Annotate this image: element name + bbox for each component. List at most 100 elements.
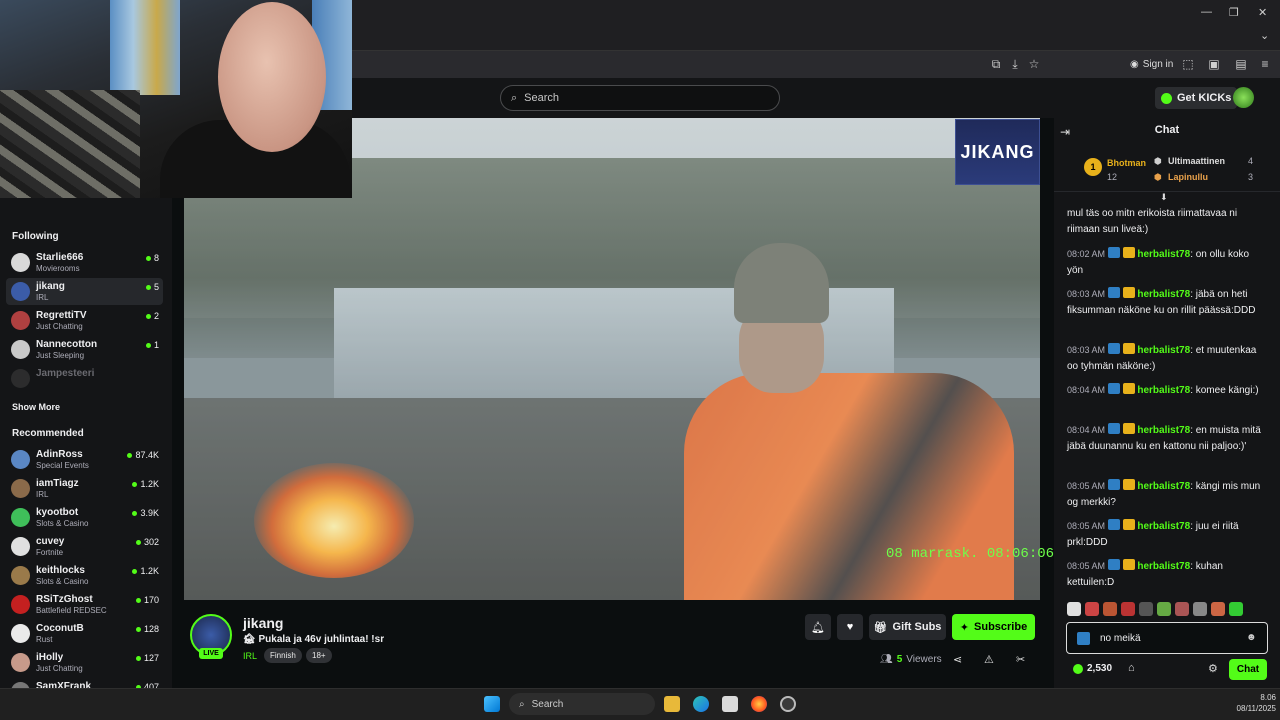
tag-language[interactable]: Finnish (264, 648, 302, 663)
message-username[interactable]: herbalist78 (1137, 289, 1190, 300)
sidebar-item-recommended[interactable]: CoconutB Rust 128 (6, 620, 163, 647)
channel-viewers: 5 (145, 282, 159, 292)
following-title: Following (12, 231, 59, 242)
follow-button[interactable]: ♥ (837, 614, 863, 640)
gear-icon[interactable]: ⚙ (1208, 662, 1218, 675)
subscriber-badge-icon (1107, 479, 1120, 490)
chat-message: 08:02 AM herbalist78: on ollu koko yön (1067, 247, 1250, 276)
edge-icon[interactable] (693, 696, 709, 712)
message-username[interactable]: herbalist78 (1137, 385, 1190, 396)
file-explorer-icon[interactable] (664, 696, 680, 712)
sidebar-item-recommended[interactable]: kyootbot Slots & Casino 3.9K (6, 504, 163, 531)
sidebar-item-recommended[interactable]: RSiTzGhost Battlefield REDSEC 170 (6, 591, 163, 618)
chat-message-partial: mul täs oo mitn erikoista riimattavaa ni… (1067, 208, 1238, 235)
kicks-balance[interactable]: 2,530 (1073, 663, 1112, 674)
tag-mature[interactable]: 18+ (306, 648, 332, 663)
store-icon[interactable]: ⌂ (1128, 662, 1135, 674)
sign-in-button[interactable]: ◉ Sign in (1124, 55, 1179, 73)
taskbar-search[interactable]: ⌕ Search (509, 693, 655, 715)
menu-icon[interactable]: ≡ (1257, 56, 1273, 72)
message-username[interactable]: herbalist78 (1137, 425, 1190, 436)
channel-viewers: 2 (145, 311, 159, 321)
message-username[interactable]: herbalist78 (1137, 521, 1190, 532)
channel-name: CoconutB (36, 623, 84, 634)
emoji-icon[interactable]: ☻ (1246, 632, 1257, 643)
download-icon[interactable]: ⤓ (1007, 56, 1023, 72)
stream-title: 🏚 Pukala ja 46v juhlintaa! !sr (243, 634, 385, 645)
sidebar-item-following[interactable]: RegrettiTV Just Chatting 2 (6, 307, 163, 334)
search-input[interactable]: ⌕ Search (500, 85, 780, 111)
app-icon[interactable] (780, 696, 796, 712)
maximize-icon[interactable]: ❐ (1229, 6, 1239, 19)
get-kicks-button[interactable]: Get KICKs (1155, 87, 1238, 109)
start-icon[interactable] (484, 696, 500, 712)
extensions-icon[interactable]: ⬚ (1180, 56, 1196, 72)
report-icon[interactable]: ⚠ (984, 653, 994, 666)
subscriber-badge-icon (1107, 247, 1120, 258)
sidebar-item-following[interactable]: Nannecotton Just Sleeping 1 (6, 336, 163, 363)
viewers-number: 5 (896, 654, 903, 665)
sidebar-item-following[interactable]: Jampesteeri (6, 365, 163, 392)
leader-second-name[interactable]: Ultimaattinen (1168, 156, 1225, 166)
extension-badge-icon[interactable]: ▣ (1206, 56, 1222, 72)
store-app-icon[interactable] (722, 696, 738, 712)
minimize-icon[interactable]: — (1201, 6, 1212, 18)
live-dot-icon (135, 626, 141, 632)
message-username[interactable]: herbalist78 (1137, 249, 1190, 260)
sidebar-item-following[interactable]: jikang IRL 5 (6, 278, 163, 305)
message-time: 08:02 AM (1067, 249, 1106, 259)
share-icon[interactable]: ⋖ (953, 653, 962, 666)
message-username[interactable]: herbalist78 (1137, 345, 1190, 356)
user-avatar[interactable] (1233, 87, 1254, 108)
leader-first-count: 12 (1107, 172, 1118, 182)
sidebar-item-recommended[interactable]: iamTiagz IRL 1.2K (6, 475, 163, 502)
emote-row[interactable] (1067, 602, 1267, 618)
viewer-count-value: 1.2K (140, 566, 159, 576)
show-more-link[interactable]: Show More (12, 402, 60, 412)
live-dot-icon (132, 481, 138, 487)
gift-subs-button[interactable]: 🎁︎ Gift Subs (869, 614, 946, 640)
sidebar-item-recommended[interactable]: iHolly Just Chatting 127 (6, 649, 163, 676)
channel-name: jikang (36, 281, 65, 292)
sidebar-item-recommended[interactable]: keithlocks Slots & Casino 1.2K (6, 562, 163, 589)
message-username[interactable]: herbalist78 (1137, 481, 1190, 492)
gift-icon: 🎁︎ (873, 621, 888, 634)
notification-bell-button[interactable]: 🔔︎ (805, 614, 831, 640)
crown-badge-icon (1122, 247, 1135, 258)
system-clock[interactable]: 8.06 08/11/2025 (1237, 692, 1276, 714)
channel-viewers: 128 (135, 624, 159, 634)
viewer-count-value: 3.9K (140, 508, 159, 518)
send-chat-button[interactable]: Chat (1229, 659, 1267, 680)
leader-first-name[interactable]: Bhotman (1107, 158, 1146, 168)
leader-third-name[interactable]: Lapinullu (1168, 172, 1208, 182)
live-dot-icon (145, 284, 151, 290)
channel-category: Battlefield REDSEC (36, 606, 107, 615)
category-link[interactable]: IRL (243, 651, 257, 661)
crown-badge-icon (1122, 479, 1135, 490)
sidebar-item-following[interactable]: Starlie666 Movierooms 8 (6, 249, 163, 276)
sidebar-item-recommended[interactable]: AdinRoss Special Events 87.4K (6, 446, 163, 473)
channel-avatar (11, 340, 30, 359)
extension-red-icon[interactable]: ▤ (1233, 56, 1249, 72)
viewer-count-value: 1 (153, 340, 159, 350)
channel-name: cuvey (36, 536, 65, 547)
sign-in-label: Sign in (1142, 58, 1174, 70)
message-username[interactable]: herbalist78 (1137, 561, 1190, 572)
subscribe-button[interactable]: ✦ Subscribe (952, 614, 1035, 640)
channel-viewers: 127 (135, 653, 159, 663)
live-dot-icon (132, 568, 138, 574)
firefox-icon[interactable] (751, 696, 767, 712)
search-icon: ⌕ (519, 698, 525, 710)
chat-input[interactable]: no meikä (1066, 622, 1268, 654)
clip-icon[interactable]: ✂ (1016, 653, 1025, 666)
close-icon[interactable]: ✕ (1258, 6, 1267, 19)
streamer-name[interactable]: jikang (243, 615, 283, 631)
sidebar-item-recommended[interactable]: cuvey Fortnite 302 (6, 533, 163, 560)
chevron-down-icon[interactable]: ⌄ (1260, 29, 1269, 42)
kicks-coin-icon (1161, 92, 1172, 104)
channel-logo-overlay: JIKANG (955, 119, 1040, 185)
star-icon[interactable]: ☆ (1026, 56, 1042, 72)
picture-in-picture-icon[interactable]: ⧉ (988, 56, 1004, 72)
crown-badge-icon (1122, 287, 1135, 298)
leaderboard-expand-icon[interactable]: ⬇ (1160, 192, 1168, 203)
